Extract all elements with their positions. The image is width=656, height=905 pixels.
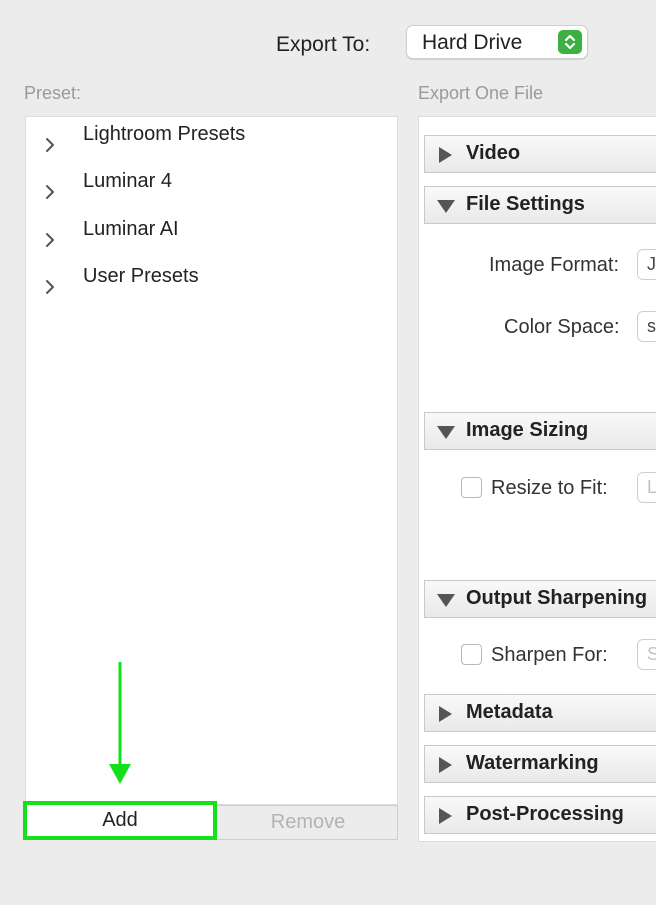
export-to-select[interactable]: Hard Drive xyxy=(406,25,588,59)
section-title: Metadata xyxy=(466,701,553,723)
chevron-right-icon[interactable] xyxy=(43,174,57,209)
preset-item-label: Luminar AI xyxy=(83,218,179,240)
chevron-right-icon[interactable] xyxy=(43,269,57,304)
image-format-value: J xyxy=(647,254,656,274)
resize-to-fit-value: L xyxy=(647,477,656,498)
annotation-arrow-icon xyxy=(108,662,132,791)
preset-item-label: Luminar 4 xyxy=(83,170,172,192)
preset-item-luminar-4[interactable]: Luminar 4 xyxy=(26,170,397,210)
up-down-chevron-icon xyxy=(558,30,582,54)
section-video[interactable]: Video xyxy=(424,135,656,173)
sharpen-for-label: Sharpen For: xyxy=(491,644,608,666)
section-title: Image Sizing xyxy=(466,419,589,441)
disclosure-right-icon xyxy=(437,757,453,778)
preset-item-label: User Presets xyxy=(83,265,199,287)
sharpen-for-select[interactable]: S xyxy=(637,639,656,670)
section-file-settings[interactable]: File Settings xyxy=(424,186,656,224)
preset-list: Lightroom Presets Luminar 4 Luminar AI U… xyxy=(25,116,398,805)
preset-item-user-presets[interactable]: User Presets xyxy=(26,265,397,305)
section-metadata[interactable]: Metadata xyxy=(424,694,656,732)
section-output-sharpening[interactable]: Output Sharpening xyxy=(424,580,656,618)
resize-to-fit-select[interactable]: L xyxy=(637,472,656,503)
section-image-sizing[interactable]: Image Sizing xyxy=(424,412,656,450)
disclosure-right-icon xyxy=(437,147,453,168)
section-title: File Settings xyxy=(466,193,585,215)
disclosure-down-icon xyxy=(437,424,455,445)
disclosure-right-icon xyxy=(437,808,453,829)
chevron-right-icon[interactable] xyxy=(43,222,57,257)
sharpen-for-value: S xyxy=(647,644,656,665)
preset-label: Preset: xyxy=(24,83,82,103)
preset-item-lightroom-presets[interactable]: Lightroom Presets xyxy=(26,123,397,163)
image-format-select[interactable]: J xyxy=(637,249,656,280)
disclosure-down-icon xyxy=(437,198,455,219)
preset-item-label: Lightroom Presets xyxy=(83,123,246,145)
section-title: Video xyxy=(466,142,521,164)
remove-button[interactable]: Remove xyxy=(219,806,397,839)
disclosure-right-icon xyxy=(437,706,453,727)
color-space-select[interactable]: s xyxy=(637,311,656,342)
export-one-file-label: Export One File xyxy=(418,83,544,103)
preset-item-luminar-ai[interactable]: Luminar AI xyxy=(26,218,397,258)
image-format-label: Image Format: xyxy=(489,254,620,276)
export-to-value: Hard Drive xyxy=(422,31,523,54)
resize-to-fit-checkbox[interactable] xyxy=(461,477,482,498)
color-space-label: Color Space: xyxy=(504,316,620,338)
section-title: Output Sharpening xyxy=(466,587,648,609)
resize-to-fit-label: Resize to Fit: xyxy=(491,477,608,499)
color-space-value: s xyxy=(647,316,656,336)
add-button[interactable]: Add xyxy=(23,801,217,840)
chevron-right-icon[interactable] xyxy=(43,127,57,162)
section-post-processing[interactable]: Post-Processing xyxy=(424,796,656,834)
disclosure-down-icon xyxy=(437,592,455,613)
section-watermarking[interactable]: Watermarking xyxy=(424,745,656,783)
sharpen-for-checkbox[interactable] xyxy=(461,644,482,665)
export-to-label: Export To: xyxy=(276,33,371,56)
section-title: Post-Processing xyxy=(466,803,624,825)
section-title: Watermarking xyxy=(466,752,599,774)
